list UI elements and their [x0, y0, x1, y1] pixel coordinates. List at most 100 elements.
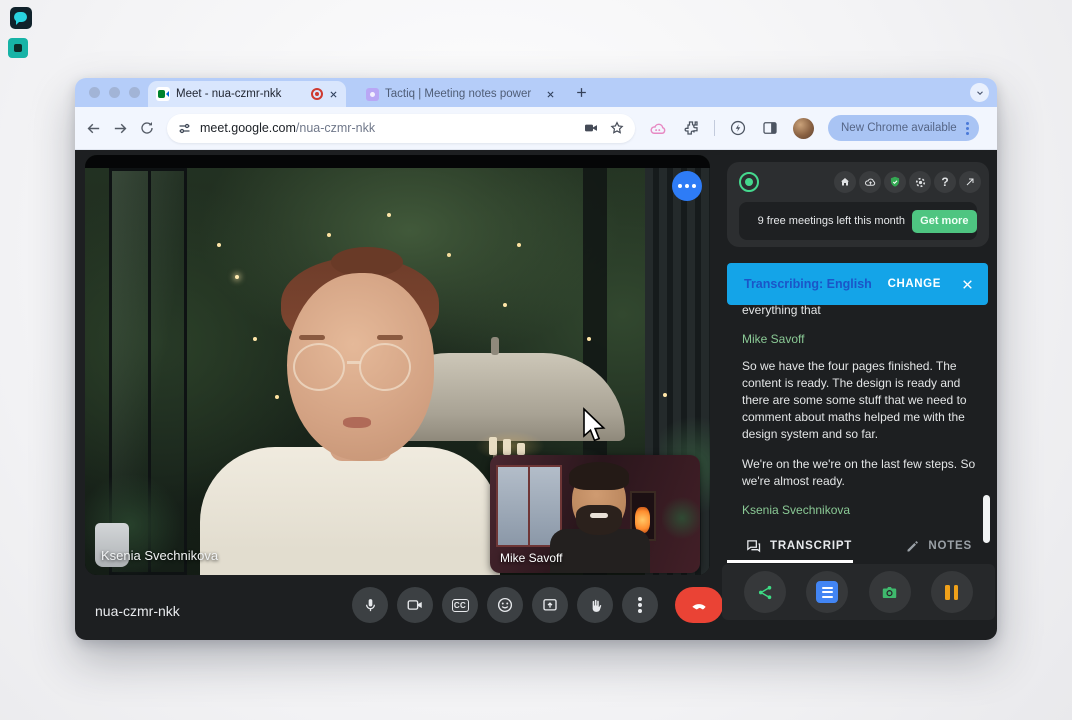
site-settings-icon[interactable]	[177, 121, 192, 136]
extension-pink-icon[interactable]	[649, 119, 668, 138]
bookmark-star-icon[interactable]	[609, 120, 625, 136]
get-more-button[interactable]: Get more	[912, 210, 977, 233]
help-icon: ?	[941, 175, 948, 189]
settings-button[interactable]	[909, 171, 931, 193]
browser-toolbar: meet.google.com/nua-czmr-nkk New Chrome …	[75, 107, 997, 150]
url-text: meet.google.com/nua-czmr-nkk	[200, 121, 573, 135]
self-name-label: Mike Savoff	[500, 551, 562, 565]
tab-transcript[interactable]: TRANSCRIPT	[745, 538, 852, 555]
more-dots-icon	[638, 603, 642, 607]
candle	[503, 439, 511, 455]
present-button[interactable]	[532, 587, 568, 623]
screen-recorder-overlay-icon[interactable]	[8, 38, 28, 58]
update-chrome-label: New Chrome available	[841, 122, 957, 134]
active-tab-underline	[727, 560, 853, 563]
tab-tactiq[interactable]: Tactiq | Meeting notes power	[358, 81, 563, 107]
self-person-shirt	[550, 529, 650, 573]
extensions-puzzle-icon[interactable]	[682, 119, 700, 137]
back-button[interactable]	[85, 120, 102, 137]
tab-strip-chevron-button[interactable]	[970, 83, 989, 102]
reload-button[interactable]	[139, 120, 155, 136]
help-button[interactable]: ?	[934, 171, 956, 193]
glasses-bridge	[347, 361, 361, 364]
pause-icon	[945, 585, 958, 600]
tab-notes[interactable]: NOTES	[905, 539, 972, 554]
browser-window: Meet - nua-czmr-nkk Tactiq | Meeting not…	[75, 78, 997, 640]
quota-box: 9 free meetings left this month Get more	[739, 202, 977, 240]
video-letterbox	[85, 155, 710, 168]
remote-name-label: Ksenia Svechnikova	[101, 548, 218, 563]
tactiq-action-bar	[722, 564, 995, 620]
end-call-button[interactable]	[675, 587, 723, 623]
eyebrow	[377, 335, 403, 340]
tab-notes-label: NOTES	[928, 540, 972, 552]
forward-button[interactable]	[112, 120, 129, 137]
browser-menu-dots-icon[interactable]	[966, 127, 969, 130]
profile-avatar[interactable]	[793, 118, 814, 139]
raise-hand-icon	[587, 597, 604, 614]
self-person-hair	[569, 462, 629, 490]
tactiq-widget: ? 9 free meetings left this month Get mo…	[727, 162, 989, 247]
change-language-button[interactable]: CHANGE	[888, 278, 941, 290]
mic-button[interactable]	[352, 587, 388, 623]
transcript-line: everything that	[742, 302, 988, 319]
home-button[interactable]	[834, 171, 856, 193]
battery-saver-icon[interactable]	[729, 119, 747, 137]
window-close-button[interactable]	[89, 87, 100, 98]
tab-tactiq-close-icon[interactable]	[546, 90, 555, 99]
window-zoom-button[interactable]	[129, 87, 140, 98]
meeting-code-label: nua-czmr-nkk	[95, 603, 180, 619]
transcript-line: oh, that's amazing to hear	[742, 529, 988, 530]
tactiq-widget-toolbar: ?	[834, 171, 981, 193]
tab-transcript-label: TRANSCRIPT	[770, 540, 852, 552]
url-domain: meet.google.com	[200, 121, 296, 135]
chat-overlay-button[interactable]	[672, 171, 702, 201]
mouse-cursor	[581, 407, 609, 447]
tab-meet-close-icon[interactable]	[329, 90, 338, 99]
video-tile-self[interactable]: Mike Savoff	[490, 455, 700, 573]
raise-hand-button[interactable]	[577, 587, 613, 623]
recording-indicator-icon	[311, 88, 323, 100]
tactiq-favicon-icon	[366, 88, 379, 101]
more-options-button[interactable]	[622, 587, 658, 623]
reactions-button[interactable]	[487, 587, 523, 623]
dot	[678, 184, 682, 188]
captions-button[interactable]: CC	[442, 587, 478, 623]
privacy-shield-button[interactable]	[884, 171, 906, 193]
export-docs-button[interactable]	[806, 571, 848, 613]
remote-person-mouth	[343, 417, 371, 428]
window-minimize-button[interactable]	[109, 87, 120, 98]
tab-camera-icon[interactable]	[583, 120, 599, 136]
update-chrome-button[interactable]: New Chrome available	[828, 115, 979, 141]
video-tile-remote: Ksenia Svechnikova Mike Savoff	[85, 155, 710, 575]
transcript-chat-icon	[745, 538, 762, 555]
transcript-line: We're on the we're on the last few steps…	[742, 456, 988, 490]
new-tab-button[interactable]	[575, 86, 588, 99]
home-icon	[839, 176, 851, 188]
popout-button[interactable]	[959, 171, 981, 193]
share-button[interactable]	[744, 571, 786, 613]
tab-meet[interactable]: Meet - nua-czmr-nkk	[148, 81, 346, 107]
banner-close-icon[interactable]	[961, 278, 974, 291]
end-call-icon	[689, 595, 709, 615]
remote-person-shirt	[200, 447, 500, 575]
gear-icon	[914, 176, 927, 189]
transcribing-banner: Transcribing: English CHANGE	[727, 263, 988, 305]
cloud-upload-icon	[864, 176, 877, 189]
pencil-icon	[905, 539, 920, 554]
transcript-panel[interactable]: everything that Mike Savoff So we have t…	[742, 302, 988, 530]
popout-arrow-icon	[964, 176, 976, 188]
url-path: /nua-czmr-nkk	[296, 121, 375, 135]
chat-bubble-overlay-icon[interactable]	[10, 7, 32, 29]
quota-text: 9 free meetings left this month	[757, 214, 906, 229]
camera-button[interactable]	[397, 587, 433, 623]
meet-page: Ksenia Svechnikova Mike Savoff nua-czmr-…	[75, 150, 997, 640]
side-panel-icon[interactable]	[761, 119, 779, 137]
google-docs-icon	[816, 581, 838, 603]
pause-button[interactable]	[931, 571, 973, 613]
tab-meet-title: Meet - nua-czmr-nkk	[176, 88, 305, 100]
screenshot-button[interactable]	[869, 571, 911, 613]
string-lights	[235, 275, 239, 279]
url-bar[interactable]: meet.google.com/nua-czmr-nkk	[167, 114, 635, 143]
cloud-upload-button[interactable]	[859, 171, 881, 193]
